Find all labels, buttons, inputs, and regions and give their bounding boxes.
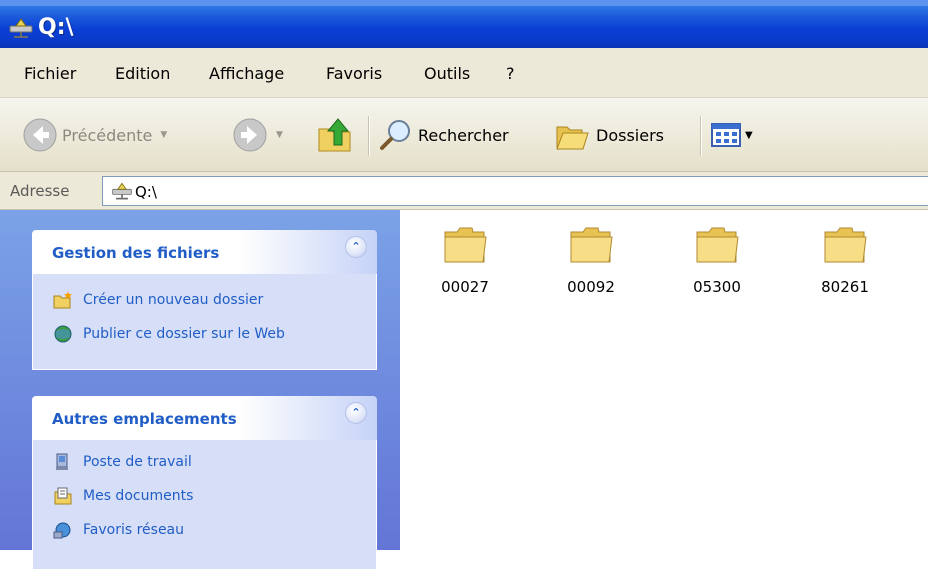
search-icon [380,120,410,150]
toolbar-separator [368,116,370,156]
search-button[interactable]: Rechercher [378,98,509,172]
network-drive-icon [9,18,33,38]
network-icon [53,522,71,539]
task-new-folder-label: Créer un nouveau dossier [83,292,264,308]
place-network[interactable]: Favoris réseau [53,518,184,542]
place-my-computer[interactable]: Poste de travail [53,450,192,474]
title-bar[interactable]: Q:\ [0,0,928,48]
folder-item[interactable]: 80261 [800,224,890,296]
forward-button[interactable]: ▼ [232,98,283,172]
folder-icon [696,227,739,263]
network-drive-icon [112,182,132,200]
file-tasks-panel: Gestion des fichiers ⌃ Créer un nouveau … [32,230,377,370]
folder-label: 05300 [693,278,741,296]
folder-item[interactable]: 05300 [672,224,762,296]
other-places-body: Poste de travail Mes documents Favoris r… [32,440,377,570]
folder-label: 80261 [821,278,869,296]
address-field[interactable]: Q:\ [102,176,928,206]
place-my-documents[interactable]: Mes documents [53,484,193,508]
folder-icon [444,227,487,263]
folder-label: 00027 [441,278,489,296]
toolbar: Précédente ▼ ▼ Rechercher Dossiers ▼ [0,98,928,172]
documents-icon [54,487,72,505]
address-label: Adresse [10,182,70,200]
task-pane: Gestion des fichiers ⌃ Créer un nouveau … [0,210,400,570]
menu-bar: Fichier Edition Affichage Favoris Outils… [0,48,928,98]
views-dropdown-icon[interactable]: ▼ [745,130,753,141]
window-title: Q:\ [38,15,74,40]
views-button[interactable]: ▼ [710,98,753,172]
menu-favoris[interactable]: Favoris [326,64,382,83]
place-my-computer-label: Poste de travail [83,454,192,470]
new-folder-icon [53,291,72,309]
forward-dropdown-icon[interactable]: ▼ [276,130,283,140]
menu-help[interactable]: ? [506,64,515,83]
other-places-panel: Autres emplacements ⌃ Poste de travail M… [32,396,377,570]
collapse-icon[interactable]: ⌃ [345,402,367,424]
folder-icon [570,227,613,263]
back-button[interactable]: Précédente ▼ [22,98,167,172]
back-arrow-icon [23,118,57,152]
views-icon [711,123,741,147]
collapse-icon[interactable]: ⌃ [345,236,367,258]
task-publish-web[interactable]: Publier ce dossier sur le Web [53,322,285,346]
menu-fichier[interactable]: Fichier [24,64,76,83]
up-folder-icon [318,118,351,152]
folder-icon [824,227,867,263]
folder-view[interactable]: 00027 00092 05300 80261 [400,210,928,550]
task-new-folder[interactable]: Créer un nouveau dossier [53,288,263,312]
folder-item[interactable]: 00027 [420,224,510,296]
folder-item[interactable]: 00092 [546,224,636,296]
menu-edition[interactable]: Edition [115,64,170,83]
computer-icon [56,453,68,470]
file-tasks-header[interactable]: Gestion des fichiers ⌃ [32,230,377,274]
task-publish-web-label: Publier ce dossier sur le Web [83,326,285,342]
toolbar-separator [700,116,702,156]
folders-label: Dossiers [596,125,664,145]
back-dropdown-icon[interactable]: ▼ [160,130,167,140]
address-bar: Adresse Q:\ [0,172,928,210]
back-label: Précédente [62,125,153,145]
place-network-label: Favoris réseau [83,522,185,538]
other-places-header[interactable]: Autres emplacements ⌃ [32,396,377,440]
place-my-documents-label: Mes documents [83,488,194,504]
globe-icon [54,325,72,343]
other-places-title: Autres emplacements [52,410,237,428]
file-tasks-body: Créer un nouveau dossier Publier ce doss… [32,274,377,370]
menu-outils[interactable]: Outils [424,64,470,83]
menu-affichage[interactable]: Affichage [209,64,284,83]
folder-label: 00092 [567,278,615,296]
address-value: Q:\ [135,183,157,201]
forward-arrow-icon [233,118,267,152]
folders-icon [556,126,589,150]
folders-button[interactable]: Dossiers [554,98,664,172]
file-tasks-title: Gestion des fichiers [52,244,220,262]
search-label: Rechercher [418,125,509,145]
up-folder-button[interactable] [316,98,356,172]
